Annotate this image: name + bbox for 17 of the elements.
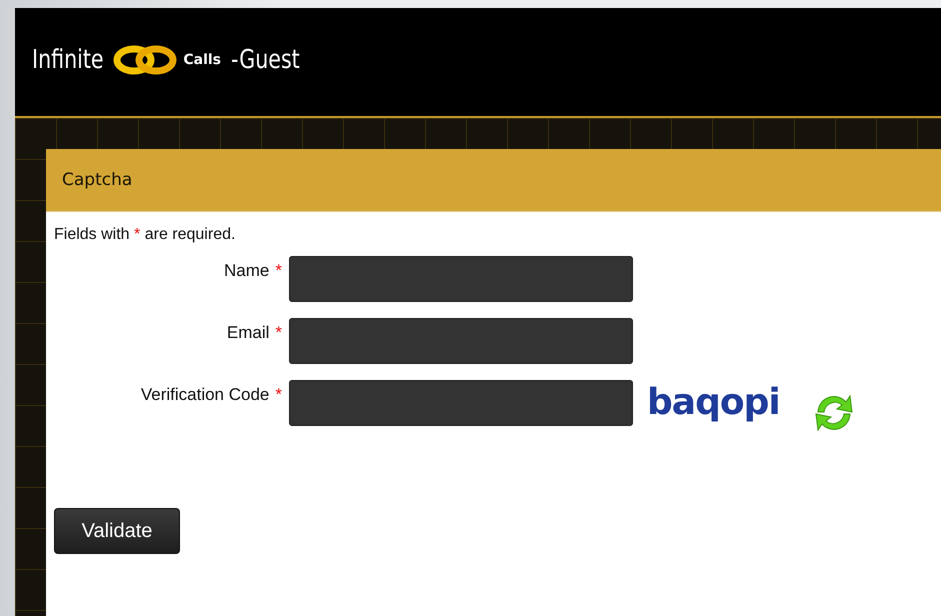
field-label: Verification Code bbox=[140, 385, 270, 404]
brand-name: Infinite bbox=[32, 45, 104, 75]
captcha-image: baqopi bbox=[647, 382, 780, 423]
required-note: Fields with * are required. bbox=[54, 226, 236, 244]
input-field[interactable] bbox=[289, 318, 633, 364]
required-mark: * bbox=[275, 261, 282, 280]
required-mark: * bbox=[275, 323, 282, 342]
panel-title: Captcha bbox=[62, 170, 132, 190]
input-field[interactable] bbox=[289, 256, 633, 302]
brand-name: Calls bbox=[183, 52, 222, 68]
validate-button[interactable]: Validate bbox=[54, 508, 180, 554]
rings-logo-icon bbox=[113, 45, 178, 75]
user-role: -Guest bbox=[231, 45, 300, 75]
field-label: Email bbox=[226, 323, 270, 342]
required-mark: * bbox=[275, 385, 282, 404]
field-label: Name bbox=[224, 261, 270, 280]
input-field[interactable] bbox=[289, 380, 633, 426]
